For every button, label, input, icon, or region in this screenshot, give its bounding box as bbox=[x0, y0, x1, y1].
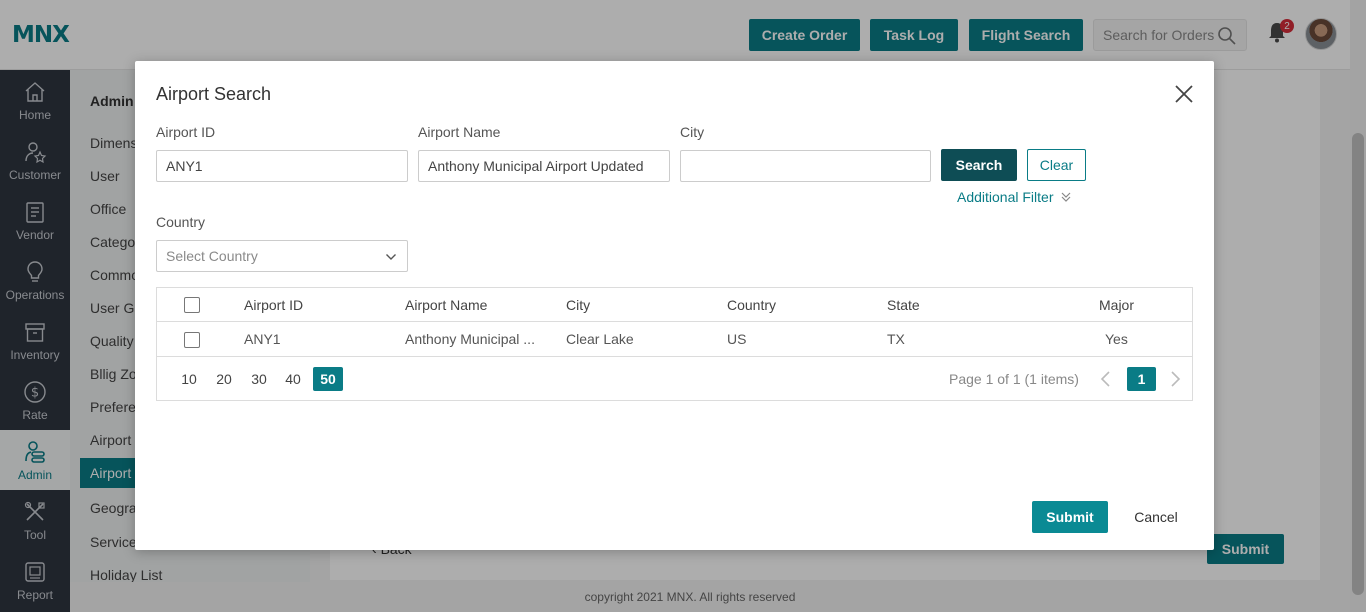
airport-name-input[interactable] bbox=[418, 150, 670, 182]
row-checkbox[interactable] bbox=[184, 332, 200, 348]
search-button[interactable]: Search bbox=[941, 149, 1017, 181]
cell-country: US bbox=[727, 331, 747, 347]
close-icon[interactable] bbox=[1173, 83, 1195, 105]
select-all-checkbox[interactable] bbox=[184, 297, 200, 313]
page-size-option-active[interactable]: 50 bbox=[313, 367, 343, 391]
cell-state: TX bbox=[887, 331, 905, 347]
city-label: City bbox=[680, 124, 705, 140]
column-header-major[interactable]: Major bbox=[1099, 288, 1179, 321]
modal-submit-button[interactable]: Submit bbox=[1032, 501, 1108, 533]
double-chevron-down-icon bbox=[1061, 192, 1070, 202]
country-select-placeholder: Select Country bbox=[166, 248, 258, 264]
cell-airport-id: ANY1 bbox=[244, 331, 281, 347]
page-info: Page 1 of 1 (1 items) bbox=[949, 371, 1079, 387]
chevron-left-icon[interactable] bbox=[1096, 369, 1116, 389]
additional-filter-toggle[interactable]: Additional Filter bbox=[957, 189, 1072, 205]
chevron-right-icon[interactable] bbox=[1165, 369, 1185, 389]
airport-name-label: Airport Name bbox=[418, 124, 501, 140]
page-size-option[interactable]: 40 bbox=[281, 367, 305, 391]
page-size-option[interactable]: 30 bbox=[247, 367, 271, 391]
cell-major: Yes bbox=[1105, 331, 1128, 347]
grid-header: Airport ID Airport Name City Country Sta… bbox=[157, 288, 1192, 322]
cell-airport-name: Anthony Municipal ... bbox=[405, 331, 535, 347]
country-label: Country bbox=[156, 214, 206, 230]
modal-title: Airport Search bbox=[156, 84, 272, 104]
chevron-down-icon bbox=[386, 254, 396, 260]
column-header-city[interactable]: City bbox=[566, 288, 716, 321]
airport-search-modal: Airport Search Airport ID Airport Name C… bbox=[135, 61, 1214, 550]
airport-results-grid: Airport ID Airport Name City Country Sta… bbox=[156, 287, 1193, 401]
cell-city: Clear Lake bbox=[566, 331, 634, 347]
column-header-state[interactable]: State bbox=[887, 288, 1037, 321]
column-header-airport-id[interactable]: Airport ID bbox=[244, 288, 394, 321]
airport-id-label: Airport ID bbox=[156, 124, 216, 140]
page-size-option[interactable]: 10 bbox=[177, 367, 201, 391]
page-size-option[interactable]: 20 bbox=[212, 367, 236, 391]
modal-cancel-button[interactable]: Cancel bbox=[1123, 501, 1189, 533]
country-select[interactable]: Select Country bbox=[156, 240, 408, 272]
page-number-button[interactable]: 1 bbox=[1127, 367, 1156, 391]
city-input[interactable] bbox=[680, 150, 931, 182]
column-header-country[interactable]: Country bbox=[727, 288, 877, 321]
additional-filter-label: Additional Filter bbox=[957, 189, 1054, 205]
clear-button[interactable]: Clear bbox=[1027, 149, 1086, 181]
grid-pager: 10 20 30 40 50 Page 1 of 1 (1 items) 1 bbox=[157, 357, 1192, 401]
airport-id-input[interactable] bbox=[156, 150, 408, 182]
column-header-airport-name[interactable]: Airport Name bbox=[405, 288, 555, 321]
table-row[interactable]: ANY1 Anthony Municipal ... Clear Lake US… bbox=[157, 322, 1192, 357]
